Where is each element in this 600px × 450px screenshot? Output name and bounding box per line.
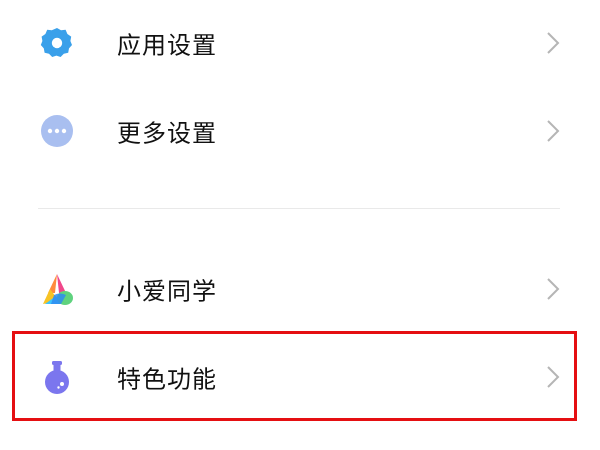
settings-item-app-settings[interactable]: 应用设置 xyxy=(0,0,600,86)
section-divider xyxy=(38,208,560,209)
settings-item-xiaoai[interactable]: 小爱同学 xyxy=(0,246,600,332)
chevron-right-icon xyxy=(545,119,561,143)
xiaoai-assistant-icon xyxy=(39,271,75,307)
chevron-right-icon xyxy=(545,31,561,55)
highlight-box xyxy=(12,331,577,421)
app-settings-label: 应用设置 xyxy=(117,31,217,60)
xiaoai-label: 小爱同学 xyxy=(117,277,217,306)
chevron-right-icon xyxy=(545,277,561,301)
gear-icon xyxy=(39,25,75,61)
more-settings-label: 更多设置 xyxy=(117,119,217,148)
more-dots-icon xyxy=(39,113,75,149)
settings-item-more-settings[interactable]: 更多设置 xyxy=(0,88,600,174)
settings-page: 应用设置 更多设置 小爱同学 特色功能 xyxy=(0,0,600,450)
